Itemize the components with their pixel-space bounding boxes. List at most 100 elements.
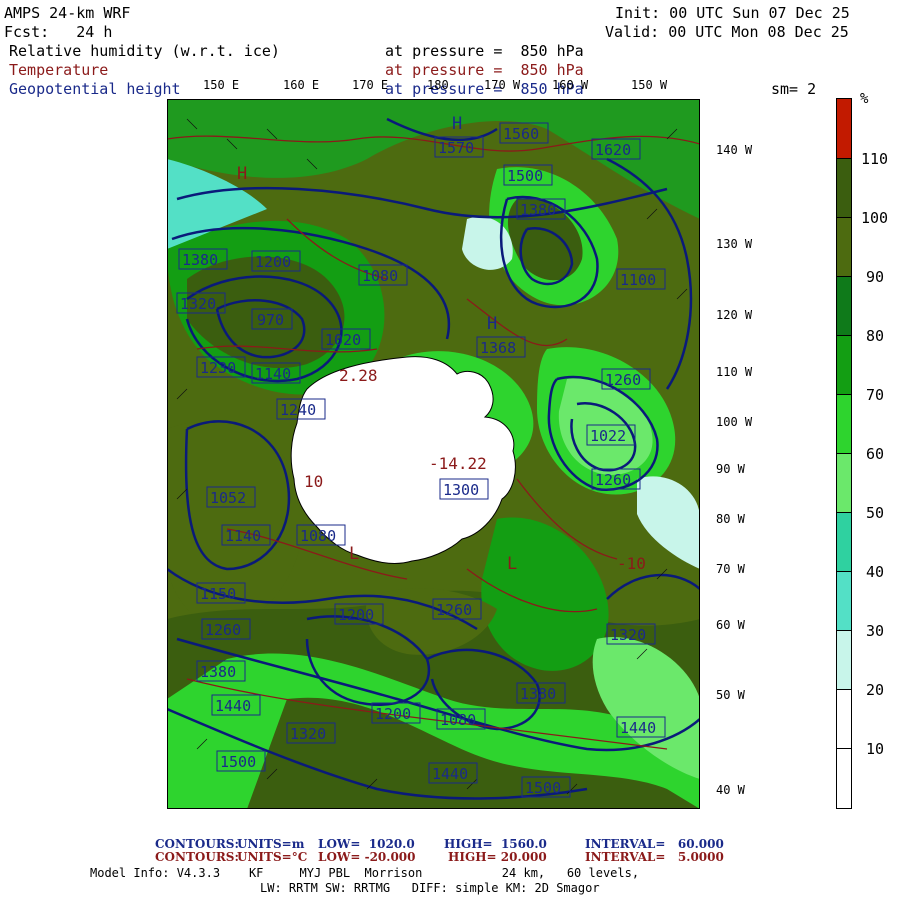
colorbar-segment [837, 335, 851, 394]
temperature-label: 2.28 [339, 366, 378, 385]
lon-label-right: 50 W [716, 688, 745, 702]
contours-low: LOW= -20.000 [318, 850, 416, 864]
svg-text:1150: 1150 [200, 585, 236, 603]
low-marker: L [349, 544, 359, 564]
svg-text:1052: 1052 [210, 489, 246, 507]
colorbar-segment [837, 276, 851, 335]
lon-label-right: 140 W [716, 143, 753, 157]
svg-text:1570: 1570 [438, 139, 474, 157]
svg-text:1200: 1200 [255, 253, 291, 271]
field-temp-level: at pressure = 850 hPa [385, 61, 584, 79]
colorbar-segment [837, 394, 851, 453]
svg-text:1560: 1560 [503, 125, 539, 143]
colorbar-segment [837, 571, 851, 630]
forecast-hour: Fcst: 24 h [4, 23, 113, 41]
colorbar-label: 110 [861, 150, 889, 168]
svg-text:1620: 1620 [595, 141, 631, 159]
svg-text:1380: 1380 [182, 251, 218, 269]
colorbar-segment [837, 99, 851, 158]
svg-text:1260: 1260 [205, 621, 241, 639]
model-info: Model Info: V4.3.3 KF MYJ PBL Morrison 2… [90, 866, 640, 880]
svg-text:1440: 1440 [215, 697, 251, 715]
svg-text:1440: 1440 [620, 719, 656, 737]
low-marker: L [507, 554, 517, 574]
lon-label-top: 150 E [203, 78, 240, 92]
svg-text:1440: 1440 [432, 765, 468, 783]
svg-text:1368: 1368 [480, 339, 516, 357]
valid-time: Valid: 00 UTC Mon 08 Dec 25 [605, 23, 849, 41]
colorbar-segment [837, 453, 851, 512]
high-marker: H [237, 164, 247, 184]
svg-text:1320: 1320 [610, 626, 646, 644]
svg-text:1230: 1230 [200, 359, 236, 377]
model-title: AMPS 24-km WRF [4, 4, 131, 22]
svg-text:1140: 1140 [255, 365, 291, 383]
contours-interval: INTERVAL= 60.000 [585, 837, 724, 851]
lon-label-right: 70 W [716, 562, 745, 576]
colorbar-label: 30 [866, 622, 885, 640]
svg-text:1320: 1320 [180, 295, 216, 313]
lon-label-right: 120 W [716, 308, 753, 322]
svg-text:1320: 1320 [290, 725, 326, 743]
lon-label-top: 180 [427, 78, 449, 92]
svg-text:1260: 1260 [605, 371, 641, 389]
svg-text:1300: 1300 [443, 481, 479, 499]
colorbar [836, 98, 852, 809]
colorbar-label: 50 [866, 504, 885, 522]
svg-text:1022: 1022 [590, 427, 626, 445]
contours-interval: INTERVAL= 5.0000 [585, 850, 724, 864]
svg-text:1260: 1260 [436, 601, 472, 619]
temperature-label: 10 [304, 472, 323, 491]
contours-high: HIGH= 1560.0 [444, 837, 547, 851]
colorbar-unit: % [860, 91, 869, 107]
lon-label-top: 170 E [352, 78, 389, 92]
temperature-label: -14.22 [429, 454, 487, 473]
svg-text:1260: 1260 [595, 471, 631, 489]
colorbar-label: 20 [866, 681, 885, 699]
contours-label: CONTOURS: [155, 837, 239, 851]
contours-units: UNITS=m [237, 837, 305, 851]
colorbar-segment [837, 689, 851, 748]
high-marker: H [487, 314, 497, 334]
contours-label: CONTOURS: [155, 850, 239, 864]
svg-text:1080: 1080 [362, 267, 398, 285]
lon-label-right: 40 W [716, 783, 745, 797]
lon-label-right: 90 W [716, 462, 745, 476]
svg-text:1200: 1200 [375, 705, 411, 723]
svg-text:1500: 1500 [525, 779, 561, 797]
high-marker: H [452, 114, 462, 134]
lon-label-right: 130 W [716, 237, 753, 251]
polar-map: 1560 1570 1500 1620 1380 1320 1200 970 1… [167, 99, 700, 809]
colorbar-label: 80 [866, 327, 885, 345]
svg-text:970: 970 [257, 311, 284, 329]
svg-text:1380: 1380 [200, 663, 236, 681]
svg-text:1140: 1140 [225, 527, 261, 545]
colorbar-label: 70 [866, 386, 885, 404]
contours-high: HIGH= 20.000 [448, 850, 547, 864]
contours-low: LOW= 1020.0 [318, 837, 415, 851]
svg-text:1200: 1200 [338, 606, 374, 624]
field-temp-name: Temperature [9, 61, 109, 79]
svg-text:1500: 1500 [220, 753, 256, 771]
colorbar-segment [837, 512, 851, 571]
lon-label-top: 150 W [631, 78, 668, 92]
svg-text:1020: 1020 [325, 331, 361, 349]
field-rh-name: Relative humidity (w.r.t. ice) [9, 42, 280, 60]
colorbar-segment [837, 158, 851, 217]
model-info-physics: LW: RRTM SW: RRTMG DIFF: simple KM: 2D S… [260, 881, 600, 895]
field-rh-level: at pressure = 850 hPa [385, 42, 584, 60]
field-height-name: Geopotential height [9, 80, 181, 98]
colorbar-label: 90 [866, 268, 885, 286]
colorbar-label: 10 [866, 740, 885, 758]
svg-text:1080: 1080 [440, 711, 476, 729]
colorbar-label: 60 [866, 445, 885, 463]
temperature-label: -10 [617, 554, 646, 573]
colorbar-segment [837, 217, 851, 276]
lon-label-right: 80 W [716, 512, 745, 526]
svg-text:1240: 1240 [280, 401, 316, 419]
lon-label-right: 60 W [716, 618, 745, 632]
lon-label-top: 160 W [552, 78, 589, 92]
svg-text:1380: 1380 [520, 685, 556, 703]
lon-label-top: 160 E [283, 78, 320, 92]
colorbar-label: 40 [866, 563, 885, 581]
